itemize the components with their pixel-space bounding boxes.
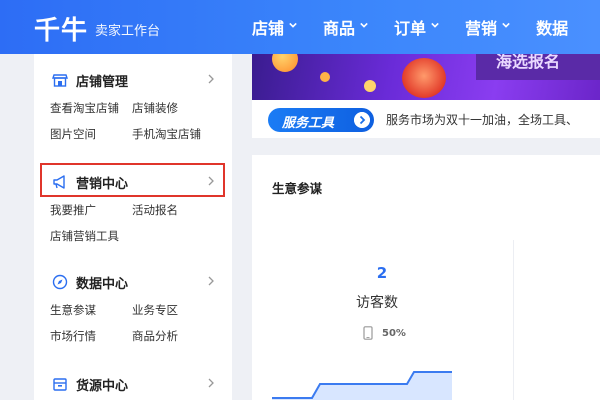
chevron-right-icon bbox=[354, 112, 370, 128]
chevron-right-icon bbox=[208, 276, 214, 286]
sidebar-section-title: 数据中心 bbox=[76, 277, 129, 292]
sidebar-section-header[interactable]: 营销中心 bbox=[34, 170, 232, 194]
nav-item-shop[interactable]: 店铺 bbox=[252, 15, 297, 39]
service-tools-button[interactable]: 服务工具 bbox=[268, 108, 374, 132]
sidebar-section-title: 货源中心 bbox=[76, 379, 129, 394]
business-advisor-card: 生意参谋 2 访客数 50% bbox=[252, 155, 600, 400]
app-logo[interactable]: 千牛 bbox=[34, 10, 88, 47]
nav-item-orders[interactable]: 订单 bbox=[394, 15, 439, 39]
nav-label: 数据 bbox=[536, 19, 569, 38]
sidebar-link[interactable]: 生意参谋 bbox=[50, 302, 96, 318]
chevron-down-icon bbox=[431, 22, 439, 28]
chevron-down-icon bbox=[502, 22, 510, 28]
notice-bar: 服务工具 服务市场为双十一加油，全场工具、 bbox=[252, 100, 600, 138]
sidebar-link[interactable]: 手机淘宝店铺 bbox=[132, 126, 201, 142]
sidebar-section-marketing: 营销中心 我要推广 活动报名 店铺营销工具 bbox=[34, 170, 232, 243]
nav-label: 订单 bbox=[394, 19, 427, 38]
nav-item-marketing[interactable]: 营销 bbox=[465, 15, 510, 39]
chevron-right-icon bbox=[208, 74, 214, 84]
sidebar-link[interactable]: 业务专区 bbox=[132, 302, 178, 318]
top-nav: 店铺 商品 订单 营销 数据 bbox=[252, 0, 594, 54]
visitor-trend-sparkline bbox=[272, 371, 452, 400]
nav-item-data[interactable]: 数据 bbox=[536, 15, 568, 39]
sidebar-link[interactable]: 我要推广 bbox=[50, 202, 96, 218]
visitor-count-label: 访客数 bbox=[356, 295, 398, 311]
nav-label: 商品 bbox=[323, 19, 356, 38]
service-tools-label: 服务工具 bbox=[282, 116, 335, 131]
sidebar-link[interactable]: 活动报名 bbox=[132, 202, 178, 218]
sidebar-link[interactable]: 市场行情 bbox=[50, 328, 96, 344]
promo-banner[interactable]: 海选报名 bbox=[252, 54, 600, 100]
decoration-coin bbox=[402, 58, 446, 98]
chevron-down-icon bbox=[289, 22, 297, 28]
nav-label: 店铺 bbox=[252, 19, 285, 38]
sidebar: 店铺管理 查看淘宝店铺 店铺装修 图片空间 手机淘宝店铺 营销中心 我要推广 活… bbox=[34, 54, 232, 400]
mobile-ratio: 50% bbox=[382, 328, 406, 339]
sidebar-section-shop: 店铺管理 查看淘宝店铺 店铺装修 图片空间 手机淘宝店铺 bbox=[34, 68, 232, 141]
sidebar-section-header[interactable]: 数据中心 bbox=[34, 270, 232, 294]
nav-item-goods[interactable]: 商品 bbox=[323, 15, 368, 39]
sidebar-section-sourcing: 货源中心 bbox=[34, 372, 232, 396]
sidebar-link[interactable]: 商品分析 bbox=[132, 328, 178, 344]
app-subtitle: 卖家工作台 bbox=[95, 24, 161, 39]
divider bbox=[513, 240, 514, 400]
chevron-down-icon bbox=[360, 22, 368, 28]
visitor-count-value[interactable]: 2 bbox=[372, 264, 392, 282]
sidebar-section-data: 数据中心 生意参谋 业务专区 市场行情 商品分析 bbox=[34, 270, 232, 343]
megaphone-icon bbox=[53, 175, 65, 189]
sidebar-link[interactable]: 店铺装修 bbox=[132, 100, 178, 116]
notice-text[interactable]: 服务市场为双十一加油，全场工具、 bbox=[386, 111, 578, 128]
compass-icon bbox=[52, 274, 68, 290]
sidebar-link[interactable]: 店铺营销工具 bbox=[50, 228, 119, 244]
decoration-coin bbox=[272, 54, 298, 72]
chevron-right-icon bbox=[208, 378, 214, 388]
sidebar-section-title: 营销中心 bbox=[76, 177, 129, 192]
sidebar-section-title: 店铺管理 bbox=[76, 75, 129, 90]
sidebar-link[interactable]: 图片空间 bbox=[50, 126, 96, 142]
chevron-right-icon bbox=[208, 176, 214, 186]
top-bar: 千牛 卖家工作台 店铺 商品 订单 营销 数据 bbox=[0, 0, 600, 54]
sidebar-section-header[interactable]: 货源中心 bbox=[34, 372, 232, 396]
box-icon bbox=[53, 378, 67, 391]
card-title: 生意参谋 bbox=[272, 181, 323, 196]
shop-icon bbox=[52, 74, 68, 87]
sidebar-section-header[interactable]: 店铺管理 bbox=[34, 68, 232, 92]
decoration-coin bbox=[320, 72, 330, 82]
decoration-coin bbox=[364, 80, 376, 92]
sidebar-link[interactable]: 查看淘宝店铺 bbox=[50, 100, 119, 116]
mobile-icon bbox=[363, 326, 373, 340]
nav-label: 营销 bbox=[465, 19, 498, 38]
banner-text: 海选报名 bbox=[496, 54, 561, 71]
